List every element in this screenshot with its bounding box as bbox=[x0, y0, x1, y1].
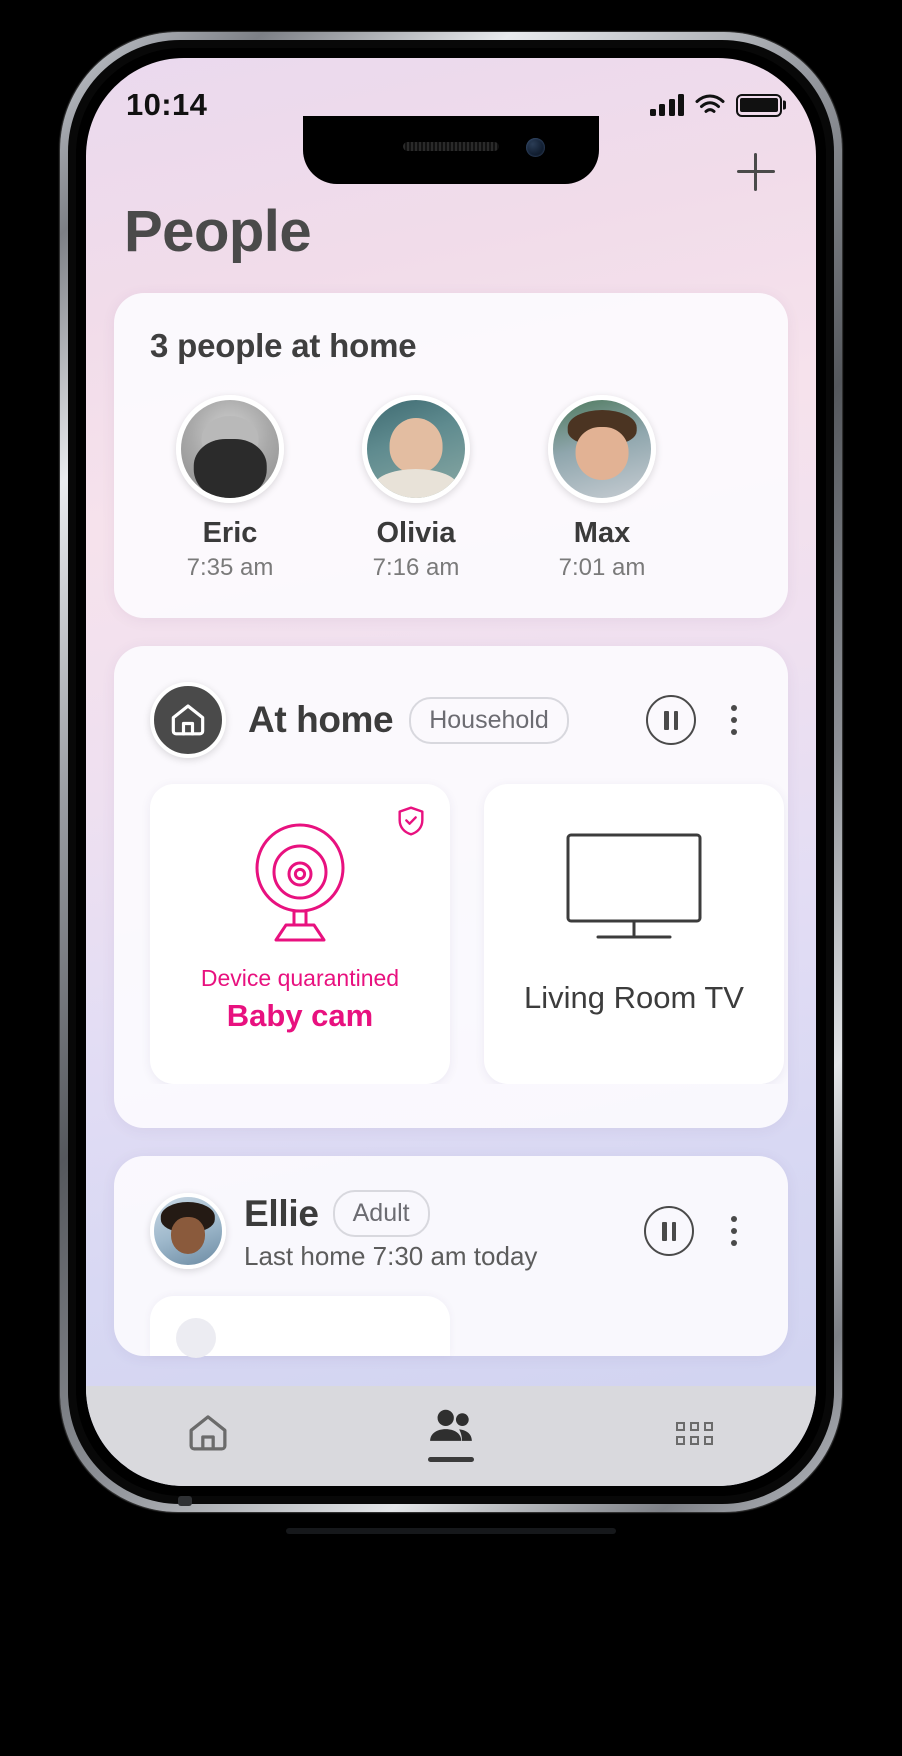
profile-device-card-partial[interactable] bbox=[150, 1296, 450, 1358]
scroll-view[interactable]: People 3 people at home Eric 7:35 am Oli… bbox=[86, 130, 816, 1386]
person-name: Max bbox=[573, 517, 631, 549]
front-camera bbox=[526, 138, 545, 157]
avatar-olivia bbox=[362, 395, 470, 503]
wifi-icon bbox=[695, 94, 725, 113]
security-camera-icon bbox=[240, 816, 360, 947]
at-home-section-card: At home Household Device quarantined Bab… bbox=[114, 646, 788, 1128]
avatar-ellie bbox=[150, 1193, 226, 1269]
device-card-baby-cam[interactable]: Device quarantined Baby cam bbox=[150, 784, 450, 1084]
plus-icon[interactable] bbox=[734, 150, 778, 194]
device-list[interactable]: Device quarantined Baby cam Living Room … bbox=[114, 758, 788, 1084]
at-home-title: At home bbox=[248, 699, 394, 740]
people-filled-icon bbox=[430, 1409, 472, 1441]
device-placeholder-icon bbox=[176, 1318, 216, 1358]
pause-circle-icon[interactable] bbox=[646, 695, 696, 745]
people-count-heading: 3 people at home bbox=[150, 327, 417, 364]
page-title: People bbox=[124, 199, 312, 264]
household-badge: Household bbox=[409, 696, 569, 744]
profile-card-ellie: Ellie Adult Last home 7:30 am today bbox=[114, 1156, 788, 1358]
battery-full-icon bbox=[736, 93, 782, 117]
frame-base-line bbox=[286, 1528, 616, 1534]
tab-apps[interactable] bbox=[624, 1421, 764, 1445]
active-tab-indicator bbox=[427, 1456, 474, 1462]
person-name: Eric bbox=[202, 517, 258, 549]
app-container: People 3 people at home Eric 7:35 am Oli… bbox=[86, 58, 816, 1486]
tab-people[interactable] bbox=[381, 1405, 521, 1462]
person-item[interactable]: Eric 7:35 am bbox=[160, 395, 300, 582]
people-list: Eric 7:35 am Olivia 7:16 am Max 7:01 am bbox=[150, 395, 752, 582]
person-time: 7:01 am bbox=[558, 554, 646, 581]
person-time: 7:16 am bbox=[372, 554, 460, 581]
people-at-home-card: 3 people at home Eric 7:35 am Olivia 7:1… bbox=[114, 293, 788, 618]
phone-screen: 10:14 People 3 people at home Eric 7:35 … bbox=[86, 58, 816, 1486]
more-vertical-icon[interactable] bbox=[712, 1216, 756, 1246]
profile-name: Ellie bbox=[244, 1192, 319, 1234]
avatar-max bbox=[548, 395, 656, 503]
device-name: Living Room TV bbox=[524, 979, 744, 1015]
status-indicators bbox=[649, 93, 782, 117]
screenshot-stage: 10:14 People 3 people at home Eric 7:35 … bbox=[0, 0, 902, 1756]
earpiece-speaker bbox=[403, 142, 499, 151]
frame-nub-bottom bbox=[178, 1496, 192, 1506]
profile-subtitle: Last home 7:30 am today bbox=[244, 1241, 538, 1271]
person-time: 7:35 am bbox=[186, 554, 274, 581]
apps-grid-icon bbox=[675, 1421, 713, 1445]
shield-check-icon bbox=[394, 804, 428, 843]
status-bar: 10:14 bbox=[86, 58, 816, 130]
home-icon bbox=[150, 682, 226, 758]
bottom-tab-bar bbox=[86, 1386, 816, 1486]
profile-header: Ellie Adult Last home 7:30 am today bbox=[114, 1186, 788, 1272]
more-vertical-icon[interactable] bbox=[712, 705, 756, 735]
device-name: Baby cam bbox=[226, 998, 374, 1033]
home-outline-icon bbox=[189, 1415, 227, 1451]
cellular-signal-icon bbox=[649, 94, 684, 116]
adult-badge: Adult bbox=[332, 1190, 430, 1237]
avatar-eric bbox=[176, 395, 284, 503]
status-time: 10:14 bbox=[126, 87, 208, 122]
at-home-header: At home Household bbox=[114, 676, 788, 758]
person-name: Olivia bbox=[376, 517, 456, 549]
person-item[interactable]: Olivia 7:16 am bbox=[346, 395, 486, 582]
tab-home[interactable] bbox=[138, 1410, 278, 1456]
device-card-living-room-tv[interactable]: Living Room TV bbox=[484, 784, 784, 1084]
device-status: Device quarantined bbox=[200, 965, 400, 991]
person-item[interactable]: Max 7:01 am bbox=[532, 395, 672, 582]
television-icon bbox=[554, 823, 714, 954]
pause-circle-icon[interactable] bbox=[644, 1206, 694, 1256]
